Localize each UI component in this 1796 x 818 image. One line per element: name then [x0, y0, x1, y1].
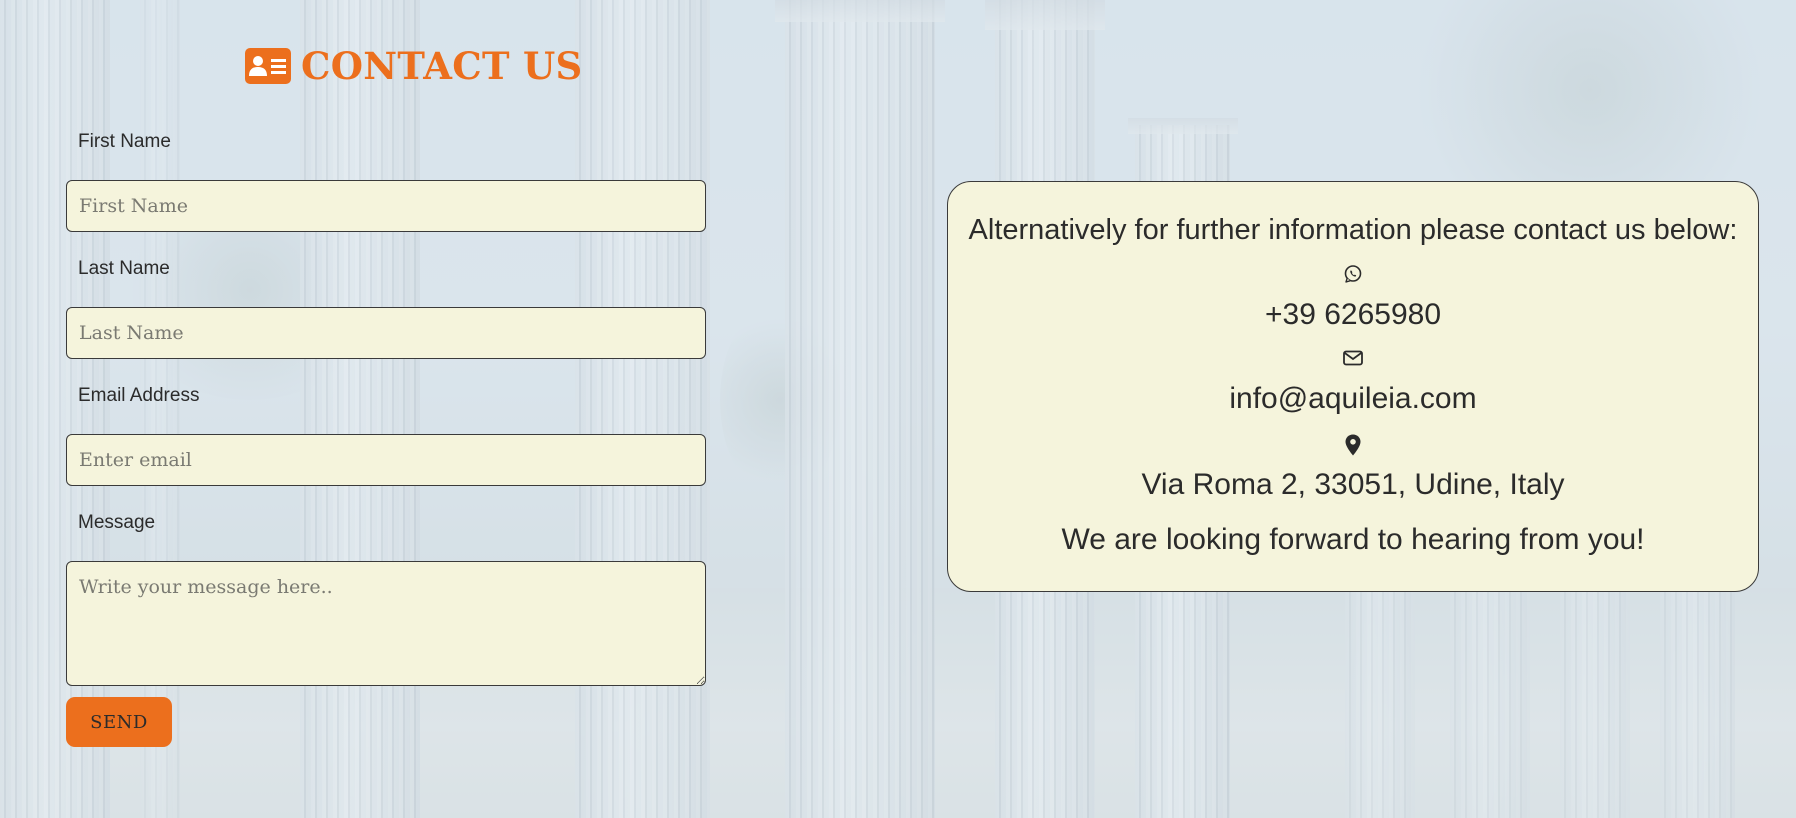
contact-info-card: Alternatively for further information pl…	[947, 181, 1759, 592]
address-card-icon	[245, 48, 291, 84]
first-name-label: First Name	[78, 131, 171, 152]
phone-number[interactable]: +39 6265980	[948, 298, 1758, 332]
send-button[interactable]: SEND	[66, 697, 172, 747]
first-name-input[interactable]	[66, 180, 706, 232]
contact-title: CONTACT US	[245, 44, 583, 88]
email-address[interactable]: info@aquileia.com	[948, 382, 1758, 416]
address-icon-row	[948, 434, 1758, 461]
last-name-input[interactable]	[66, 307, 706, 359]
message-label: Message	[78, 512, 156, 533]
postal-address: Via Roma 2, 33051, Udine, Italy	[1141, 468, 1565, 501]
contact-intro-text: Alternatively for further information pl…	[968, 214, 1738, 246]
contact-title-text: CONTACT US	[301, 44, 583, 88]
envelope-icon	[1343, 350, 1363, 371]
closing-message: We are looking forward to hearing from y…	[1061, 523, 1645, 556]
email-icon-row	[948, 350, 1758, 371]
contact-page: CONTACT US First Name Last Name Email Ad…	[0, 0, 1796, 818]
map-pin-icon	[1345, 434, 1361, 461]
last-name-label: Last Name	[78, 258, 170, 279]
email-input[interactable]	[66, 434, 706, 486]
whatsapp-icon	[1343, 264, 1363, 289]
email-label: Email Address	[78, 385, 200, 406]
phone-icon-row	[948, 264, 1758, 289]
message-textarea[interactable]	[66, 561, 706, 686]
